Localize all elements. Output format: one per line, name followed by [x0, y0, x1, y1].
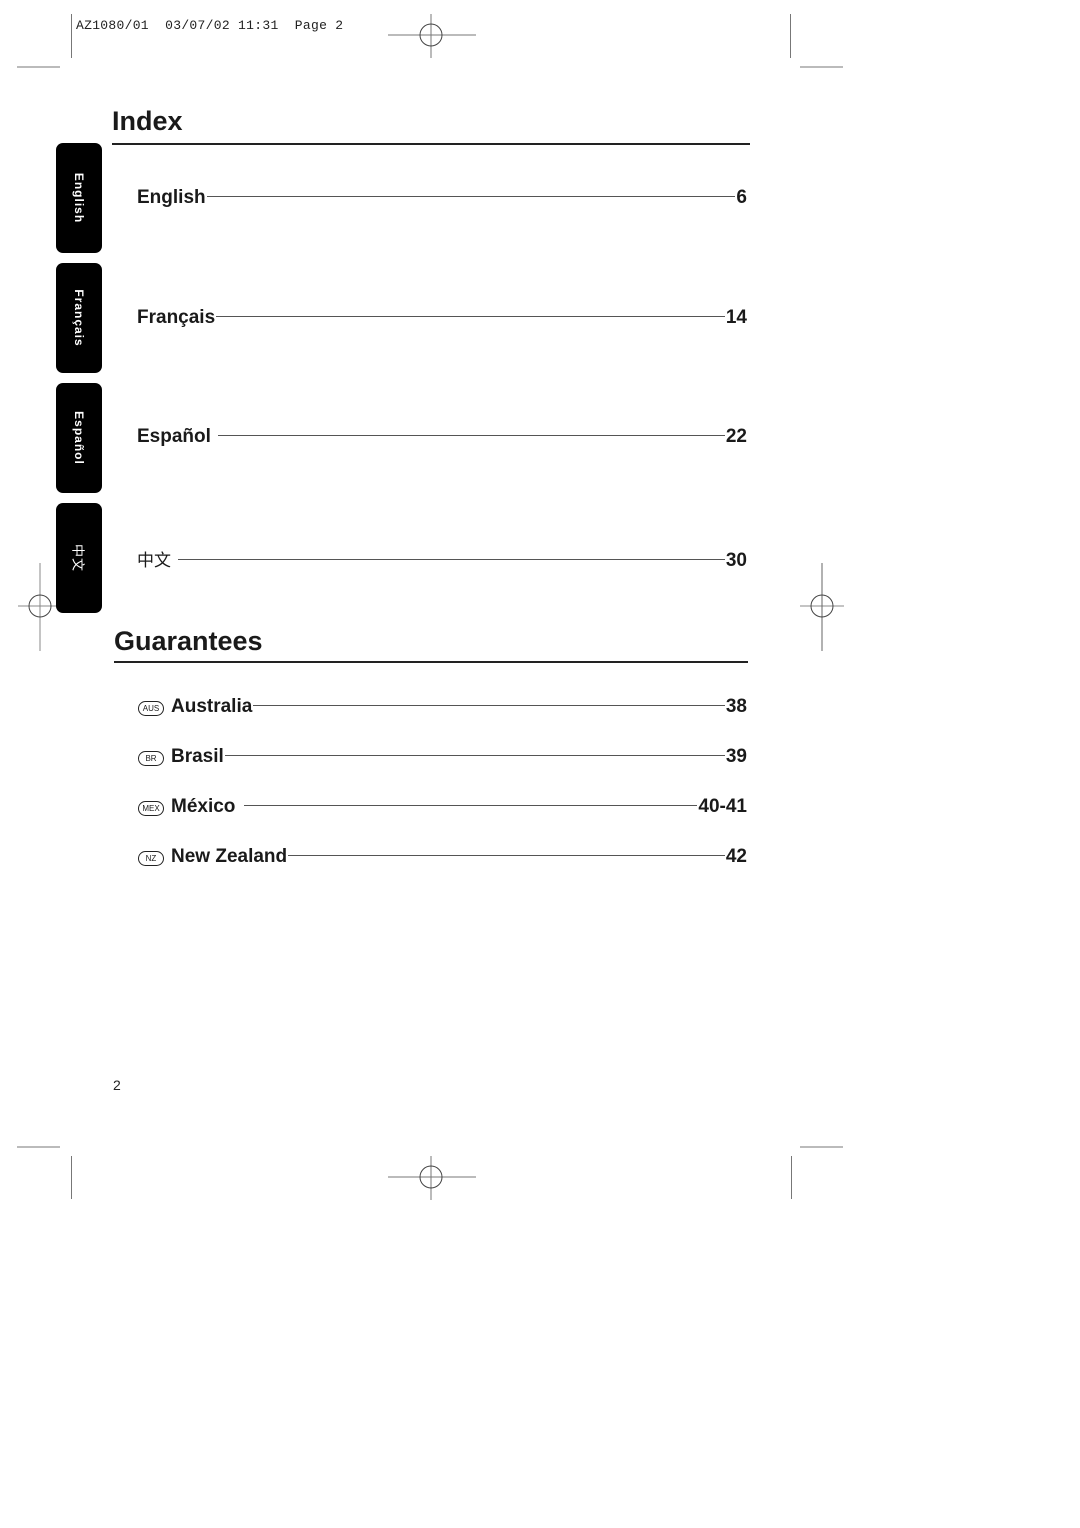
leader-line [216, 316, 725, 317]
crop-mark [17, 1146, 60, 1148]
entry-label: México [171, 796, 236, 817]
language-tab-espanol[interactable]: Español [56, 383, 102, 493]
slug-date: 03/07/02 [165, 18, 230, 33]
leader-line [217, 435, 725, 436]
entry-page: 40-41 [698, 796, 747, 817]
guarantee-entry-brasil[interactable]: BR Brasil 39 [138, 746, 747, 768]
entry-label: Français [137, 307, 216, 328]
index-title: Index [112, 106, 183, 136]
crop-mark [790, 14, 791, 58]
registration-mark-icon [800, 563, 844, 651]
entry-label: English [137, 187, 206, 208]
tab-label: 中文 [70, 543, 86, 573]
guarantee-entry-mexico[interactable]: MEX México 40-41 [138, 796, 747, 818]
registration-mark-icon [388, 14, 476, 58]
guarantee-entry-australia[interactable]: AUS Australia 38 [138, 696, 747, 718]
slug-time: 11:31 [238, 18, 279, 33]
index-entry-english[interactable]: English 6 [137, 187, 747, 209]
language-tab-chinese[interactable]: 中文 [56, 503, 102, 613]
entry-label: Brasil [171, 746, 224, 767]
guarantees-title: Guarantees [114, 626, 263, 656]
leader-line [224, 755, 725, 756]
entry-page: 30 [725, 550, 747, 571]
leader-line [288, 855, 725, 856]
page-number: 2 [113, 1077, 121, 1093]
tab-label: Français [72, 289, 86, 347]
entry-page: 42 [725, 846, 747, 867]
tab-label: English [72, 172, 86, 224]
entry-page: 38 [725, 696, 747, 717]
entry-page: 6 [736, 187, 747, 208]
slug-code: AZ1080/01 [76, 18, 149, 33]
tab-label: Español [72, 411, 86, 465]
leader-line [178, 559, 725, 560]
language-tab-english[interactable]: English [56, 143, 102, 253]
print-slug: AZ1080/01 03/07/02 11:31 Page 2 [76, 18, 343, 33]
entry-page: 22 [725, 426, 747, 447]
entry-label: 中文 [137, 551, 171, 570]
entry-page: 39 [725, 746, 747, 767]
entry-label: Español [137, 426, 211, 447]
entry-page: 14 [725, 307, 747, 328]
index-rule [112, 143, 750, 145]
guarantee-entry-new-zealand[interactable]: NZ New Zealand 42 [138, 846, 747, 868]
slug-page: Page 2 [294, 18, 344, 33]
country-badge-icon: MEX [138, 801, 164, 816]
leader-line [244, 805, 698, 806]
index-entry-espanol[interactable]: Español 22 [137, 426, 747, 448]
index-entry-francais[interactable]: Français 14 [137, 307, 747, 329]
country-badge-icon: AUS [138, 701, 164, 716]
country-badge-icon: BR [138, 751, 164, 766]
language-tab-francais[interactable]: Français [56, 263, 102, 373]
crop-mark [791, 1156, 792, 1199]
entry-label: Australia [171, 696, 253, 717]
crop-mark [800, 1146, 843, 1148]
crop-mark [800, 66, 843, 68]
guarantees-rule [114, 661, 748, 663]
country-badge-icon: NZ [138, 851, 164, 866]
crop-mark [17, 66, 60, 68]
entry-label: New Zealand [171, 846, 288, 867]
registration-mark-icon [388, 1156, 476, 1200]
leader-line [253, 705, 725, 706]
index-entry-chinese[interactable]: 中文 30 [137, 546, 747, 572]
leader-line [206, 196, 736, 197]
crop-mark [71, 14, 72, 58]
crop-mark [71, 1156, 72, 1199]
